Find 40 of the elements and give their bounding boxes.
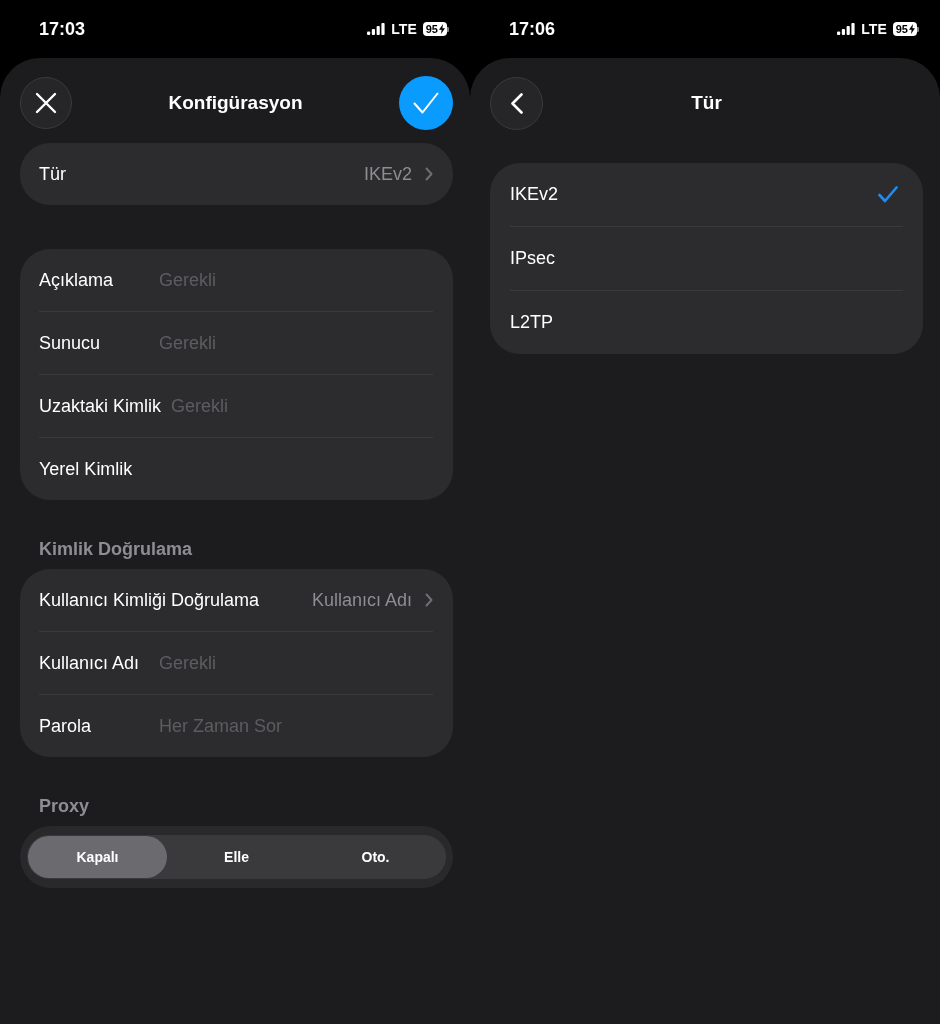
section-header: Kimlik Doğrulama bbox=[39, 540, 193, 558]
field-label: Sunucu bbox=[39, 331, 102, 355]
charging-bolt-icon bbox=[909, 24, 915, 34]
section-header: Proxy bbox=[39, 797, 90, 815]
field-label: Parola bbox=[39, 714, 93, 738]
option-row[interactable]: IPsec bbox=[510, 227, 903, 290]
field-label: Uzaktaki Kimlik bbox=[39, 394, 162, 418]
chevron-right-icon bbox=[425, 593, 433, 607]
signal-bars-icon bbox=[837, 23, 856, 35]
screen-title: Konfigürasyon bbox=[167, 90, 304, 115]
chevron-right-icon bbox=[425, 167, 433, 181]
close-icon bbox=[35, 92, 57, 114]
disclosure-row[interactable]: Kullanıcı Kimliği Doğrulama Kullanıcı Adı bbox=[39, 569, 433, 631]
close-button[interactable] bbox=[20, 77, 72, 129]
network-type: LTE bbox=[391, 22, 417, 36]
field-label: Yerel Kimlik bbox=[39, 457, 134, 481]
back-icon bbox=[510, 92, 523, 114]
network-type: LTE bbox=[861, 22, 887, 36]
row-label: Kullanıcı Kimliği Doğrulama bbox=[39, 588, 260, 612]
confirm-button[interactable] bbox=[399, 76, 453, 130]
status-time: 17:03 bbox=[39, 20, 86, 38]
disclosure-row[interactable]: Tür IKEv2 bbox=[39, 143, 433, 205]
row-label: Tür bbox=[39, 162, 66, 186]
battery-percent: 95 bbox=[425, 23, 438, 35]
segment[interactable]: Elle bbox=[167, 836, 306, 878]
segment[interactable]: Oto. bbox=[306, 836, 445, 878]
screen-title: Tür bbox=[690, 90, 723, 115]
battery-percent: 95 bbox=[895, 23, 908, 35]
option-row[interactable]: L2TP bbox=[510, 291, 903, 354]
field-label: Açıklama bbox=[39, 268, 115, 292]
status-time: 17:06 bbox=[509, 20, 556, 38]
option-row[interactable]: IKEv2 bbox=[510, 163, 903, 226]
row-value: Kullanıcı Adı bbox=[310, 588, 412, 612]
field-label: Kullanıcı Adı bbox=[39, 651, 141, 675]
back-button[interactable] bbox=[490, 76, 543, 130]
segment[interactable]: Kapalı bbox=[28, 836, 167, 878]
row-value: IKEv2 bbox=[362, 162, 412, 186]
checkmark-icon bbox=[413, 92, 439, 114]
signal-bars-icon bbox=[367, 23, 386, 35]
charging-bolt-icon bbox=[439, 24, 445, 34]
